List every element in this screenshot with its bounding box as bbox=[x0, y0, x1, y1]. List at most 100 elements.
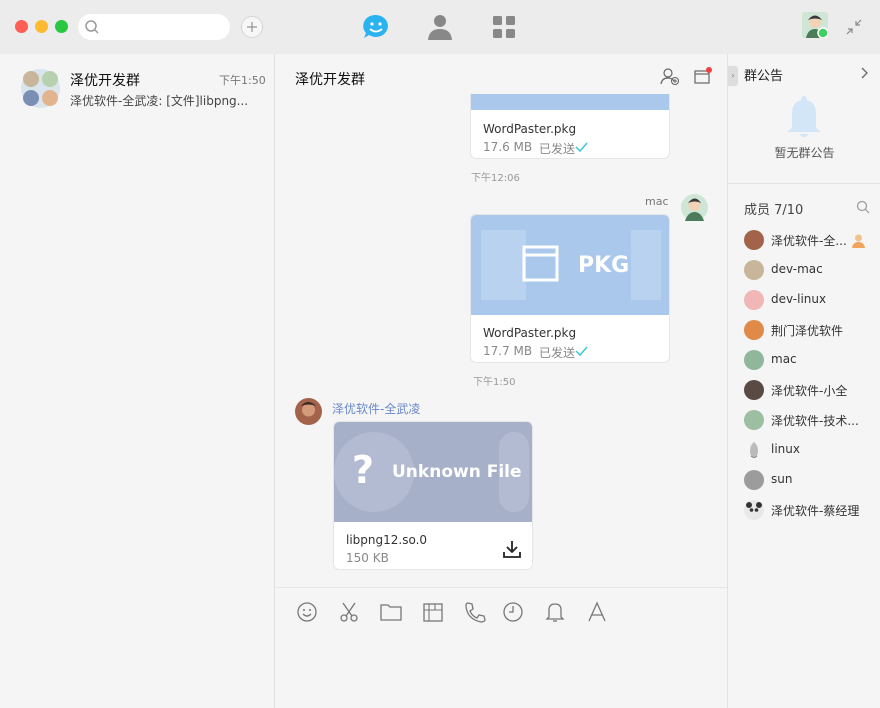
emoji-icon[interactable] bbox=[295, 600, 319, 624]
preview-label: PKG bbox=[578, 253, 630, 278]
member-item[interactable]: 泽优软件-小全 bbox=[744, 376, 879, 406]
file-name: WordPaster.pkg bbox=[483, 122, 577, 136]
members-header: 成员 7/10 bbox=[744, 203, 804, 218]
title-bar bbox=[0, 0, 880, 54]
conversation-title: 泽优开发群 bbox=[70, 73, 140, 89]
file-preview bbox=[471, 94, 669, 110]
file-message[interactable]: PKG WordPaster.pkg 17.7 MB 已发送 bbox=[470, 214, 670, 363]
file-preview: ? Unknown File bbox=[334, 422, 532, 522]
member-item[interactable]: 荆门泽优软件 bbox=[744, 316, 879, 346]
conversation-item[interactable]: 泽优开发群 下午1:50 泽优软件-全武凌: [文件]libpng... bbox=[0, 62, 274, 118]
file-preview: PKG bbox=[471, 215, 669, 315]
member-avatar bbox=[744, 230, 764, 250]
member-item[interactable]: dev-linux bbox=[744, 286, 879, 316]
member-avatar bbox=[750, 442, 758, 458]
member-name: 泽优软件-蔡经理 bbox=[771, 504, 860, 518]
search-members-icon[interactable] bbox=[856, 200, 870, 214]
member-avatar bbox=[744, 500, 764, 520]
member-name: mac bbox=[771, 352, 797, 366]
member-item[interactable]: mac bbox=[744, 346, 879, 376]
announcement-title: 群公告 bbox=[744, 69, 784, 84]
member-avatar bbox=[744, 380, 764, 400]
add-member-icon[interactable] bbox=[660, 67, 680, 85]
file-size: 150 KB bbox=[346, 551, 389, 565]
member-name: sun bbox=[771, 472, 793, 486]
apps-icon[interactable] bbox=[489, 12, 519, 42]
member-avatar bbox=[744, 350, 764, 370]
clock-icon[interactable] bbox=[501, 600, 525, 624]
conversation-preview: 泽优软件-全武凌: [文件]libpng... bbox=[70, 94, 249, 108]
divider bbox=[728, 183, 880, 184]
check-icon bbox=[575, 142, 588, 152]
member-name: 泽优软件-全... bbox=[771, 234, 847, 248]
message-timestamp: 下午12:06 bbox=[471, 173, 520, 184]
add-button[interactable] bbox=[241, 16, 263, 38]
file-size: 17.6 MB bbox=[483, 140, 533, 154]
search-input[interactable] bbox=[78, 14, 230, 40]
group-avatar bbox=[21, 69, 60, 108]
message-timestamp: 下午1:50 bbox=[473, 377, 516, 388]
sent-status: 已发送 bbox=[539, 346, 576, 360]
check-icon bbox=[575, 346, 588, 356]
member-item[interactable]: 泽优软件-蔡经理 bbox=[744, 496, 879, 526]
member-avatar bbox=[744, 410, 764, 430]
member-name: 荆门泽优软件 bbox=[771, 324, 844, 338]
chat-title: 泽优开发群 bbox=[295, 72, 365, 88]
scissors-icon[interactable] bbox=[337, 600, 361, 624]
question-mark-icon: ? bbox=[352, 448, 375, 492]
phone-icon[interactable] bbox=[463, 600, 487, 624]
owner-badge-icon bbox=[852, 234, 865, 248]
folder-icon[interactable] bbox=[379, 600, 403, 624]
sent-status: 已发送 bbox=[539, 142, 576, 156]
chevron-right-icon[interactable] bbox=[859, 67, 869, 79]
collapse-panel-handle[interactable]: › bbox=[728, 66, 738, 86]
sender-avatar[interactable] bbox=[295, 398, 322, 425]
download-icon[interactable] bbox=[502, 539, 522, 559]
member-name: linux bbox=[771, 442, 800, 456]
font-icon[interactable] bbox=[585, 600, 609, 624]
more-icon[interactable] bbox=[693, 67, 713, 85]
input-toolbar bbox=[275, 587, 727, 637]
minimize-window-button[interactable] bbox=[35, 20, 48, 33]
member-avatar bbox=[744, 320, 764, 340]
member-item[interactable]: linux bbox=[744, 436, 879, 466]
member-item[interactable]: 泽优软件-技术... bbox=[744, 406, 879, 436]
member-avatar bbox=[744, 260, 764, 280]
group-info-panel: › 群公告 暂无群公告 成员 7/10 泽优软件-全... dev-mac de… bbox=[727, 54, 880, 708]
conversation-time: 下午1:50 bbox=[219, 74, 266, 87]
screenshot-icon[interactable] bbox=[421, 600, 445, 624]
sender-name: 泽优软件-全武凌 bbox=[332, 402, 421, 416]
member-avatar bbox=[744, 290, 764, 310]
member-item[interactable]: 泽优软件-全... bbox=[744, 226, 879, 256]
member-item[interactable]: dev-mac bbox=[744, 256, 879, 286]
member-item[interactable]: sun bbox=[744, 466, 879, 496]
close-window-button[interactable] bbox=[15, 20, 28, 33]
bell-icon bbox=[787, 96, 821, 137]
member-name: dev-mac bbox=[771, 262, 823, 276]
user-avatar[interactable] bbox=[802, 12, 828, 38]
plus-icon bbox=[247, 22, 257, 32]
member-avatar bbox=[744, 470, 764, 490]
file-message[interactable]: WordPaster.pkg 17.6 MB 已发送 bbox=[470, 94, 670, 159]
member-name: dev-linux bbox=[771, 292, 827, 306]
announcement-empty: 暂无群公告 bbox=[774, 146, 835, 160]
conversation-list: 泽优开发群 下午1:50 泽优软件-全武凌: [文件]libpng... bbox=[0, 54, 275, 708]
collapse-icon[interactable] bbox=[845, 18, 863, 36]
file-name: WordPaster.pkg bbox=[483, 326, 577, 340]
zoom-window-button[interactable] bbox=[55, 20, 68, 33]
file-message[interactable]: ? Unknown File libpng12.so.0 150 KB bbox=[333, 421, 533, 570]
file-name: libpng12.so.0 bbox=[346, 533, 428, 547]
file-size: 17.7 MB bbox=[483, 344, 533, 358]
sender-avatar[interactable] bbox=[681, 194, 708, 221]
preview-label: Unknown File bbox=[392, 462, 522, 482]
chat-icon[interactable] bbox=[361, 12, 391, 42]
pkg-preview-icon bbox=[481, 230, 661, 300]
contacts-icon[interactable] bbox=[425, 12, 455, 42]
search-icon bbox=[85, 20, 99, 34]
member-name: 泽优软件-小全 bbox=[771, 384, 848, 398]
bell-icon[interactable] bbox=[543, 600, 567, 624]
online-status-icon bbox=[817, 27, 828, 38]
member-name: 泽优软件-技术... bbox=[771, 414, 859, 428]
sender-name: mac bbox=[645, 195, 669, 208]
chat-panel: 泽优开发群 WordPaster.pkg 17.6 MB 已发送 下午12:06… bbox=[275, 54, 727, 708]
